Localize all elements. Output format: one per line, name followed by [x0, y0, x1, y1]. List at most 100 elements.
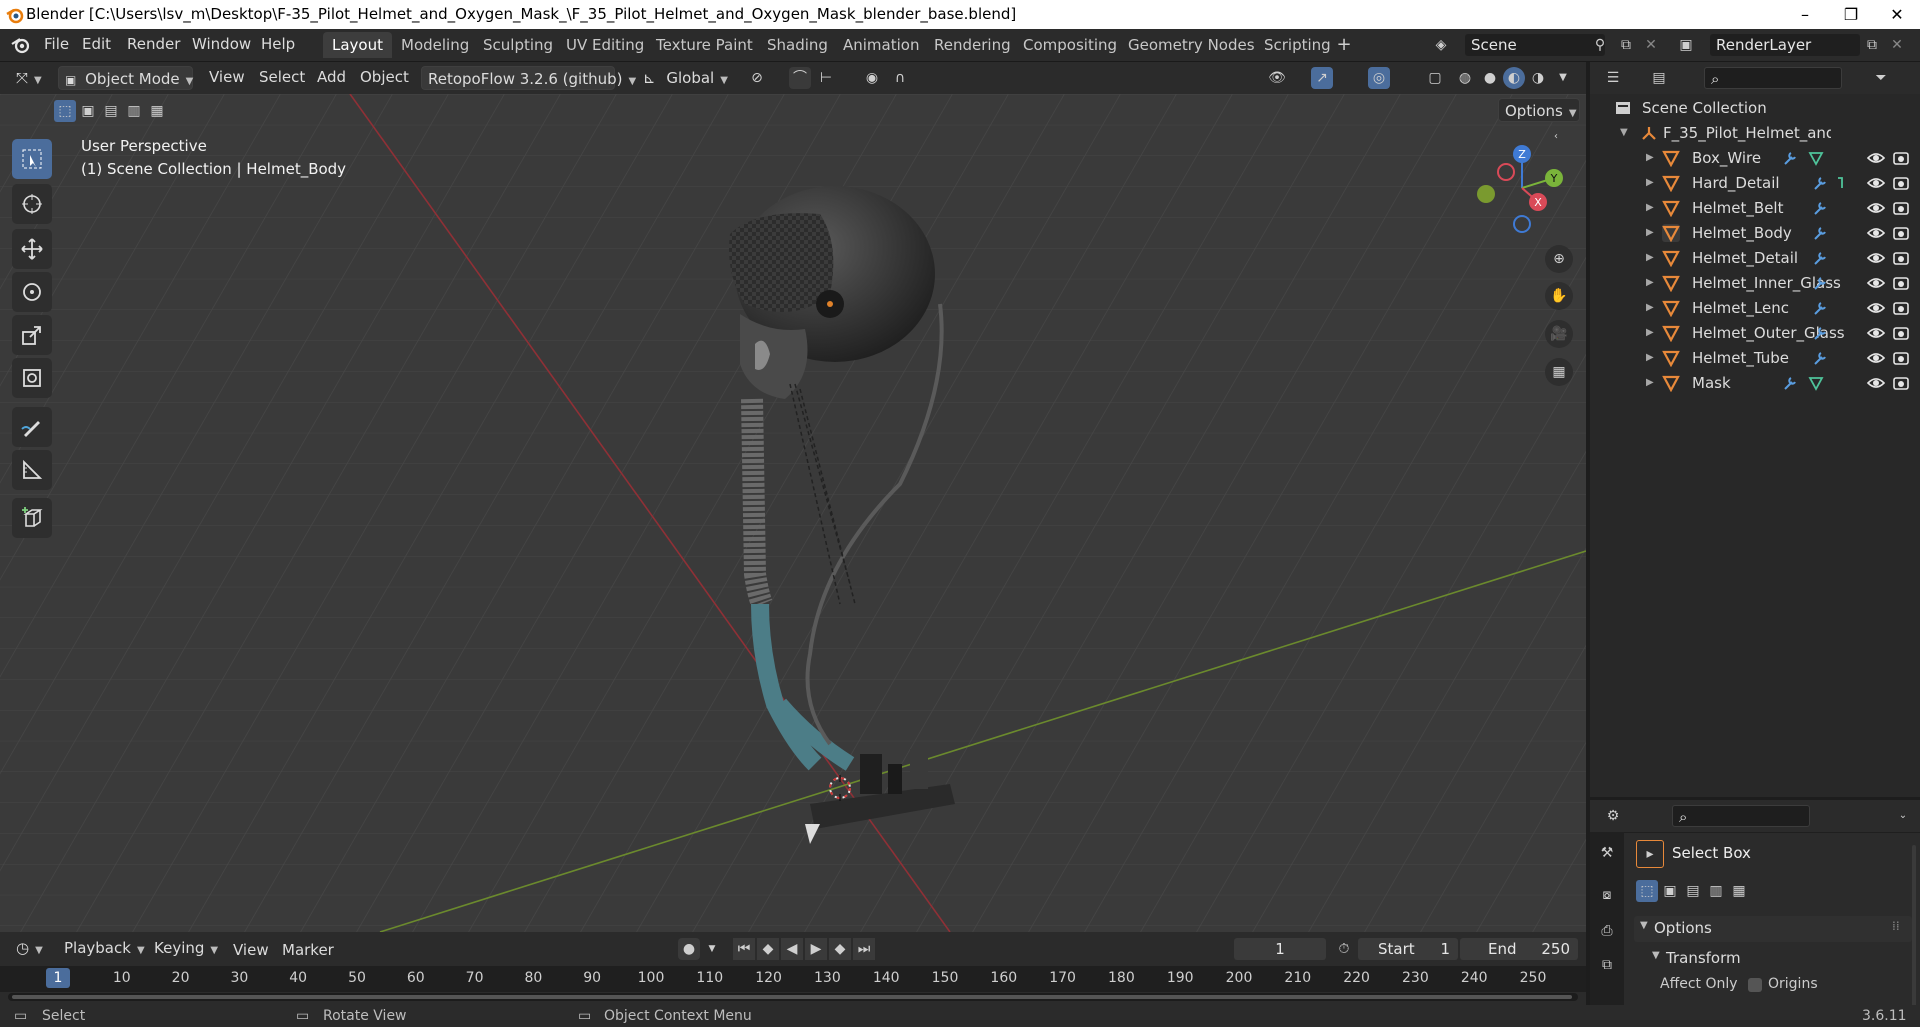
- visibility-eye-icon[interactable]: [1867, 149, 1885, 167]
- play-reverse-icon[interactable]: ◀: [781, 938, 803, 960]
- move-tool[interactable]: [12, 229, 52, 269]
- modifier-wrench-icon[interactable]: [1812, 200, 1828, 216]
- new-scene-icon[interactable]: ⧉: [1615, 34, 1637, 56]
- delete-layer-icon[interactable]: ✕: [1886, 34, 1908, 56]
- options-dropdown[interactable]: Options ▼: [1498, 98, 1580, 122]
- delete-scene-icon[interactable]: ✕: [1640, 34, 1662, 56]
- falloff-icon[interactable]: ∩: [889, 67, 911, 89]
- tab-animation[interactable]: Animation: [834, 32, 928, 58]
- select-invert-icon[interactable]: ▥: [123, 100, 145, 122]
- render-layer-field[interactable]: RenderLayer: [1710, 34, 1860, 56]
- properties-collapse-icon[interactable]: ⌄: [1892, 805, 1914, 827]
- annotate-tool[interactable]: [12, 407, 52, 447]
- outliner-object-row[interactable]: ▶ Helmet_Body: [1590, 221, 1920, 246]
- record-options-icon[interactable]: ▼: [701, 938, 723, 960]
- transform-orientation-dropdown[interactable]: ⊾ Global ▼: [637, 66, 737, 90]
- render-camera-icon[interactable]: [1892, 374, 1910, 392]
- navigation-gizmo[interactable]: Z Y X: [1470, 140, 1570, 240]
- render-camera-icon[interactable]: [1892, 149, 1910, 167]
- scale-tool[interactable]: [12, 315, 52, 355]
- current-frame-field[interactable]: 1: [1234, 938, 1326, 960]
- options-section[interactable]: ▼ Options ⁞⁞: [1634, 916, 1912, 942]
- timeline-scroll-thumb[interactable]: [12, 995, 1572, 999]
- timeline-scrollbar[interactable]: [8, 993, 1578, 1001]
- tab-geometry-nodes[interactable]: Geometry Nodes: [1119, 32, 1264, 58]
- editor-type-dropdown[interactable]: ⤧ ▼: [10, 66, 52, 90]
- visibility-eye-icon[interactable]: [1867, 199, 1885, 217]
- expand-triangle-icon[interactable]: ▶: [1646, 177, 1654, 188]
- visibility-eye-icon[interactable]: [1867, 249, 1885, 267]
- new-layer-icon[interactable]: ⧉: [1861, 34, 1883, 56]
- filter-icon[interactable]: ⏷: [1870, 67, 1892, 89]
- visibility-eye-icon[interactable]: [1867, 174, 1885, 192]
- modifier-wrench-icon[interactable]: [1812, 325, 1828, 341]
- ortho-toggle-icon[interactable]: ▦: [1545, 358, 1573, 386]
- vertex-data-icon[interactable]: [1808, 150, 1824, 166]
- modifier-wrench-icon[interactable]: [1782, 150, 1798, 166]
- render-camera-icon[interactable]: [1892, 249, 1910, 267]
- visibility-eye-icon[interactable]: [1867, 299, 1885, 317]
- end-frame-field[interactable]: End 250: [1460, 938, 1578, 960]
- render-camera-icon[interactable]: [1892, 174, 1910, 192]
- menu-help[interactable]: Help: [261, 35, 295, 53]
- tab-scripting[interactable]: Scripting: [1255, 32, 1340, 58]
- menu-edit[interactable]: Edit: [82, 35, 111, 53]
- visibility-eye-icon[interactable]: [1867, 374, 1885, 392]
- expand-triangle-icon[interactable]: ▶: [1646, 227, 1654, 238]
- select-intersect-icon[interactable]: ▦: [146, 100, 168, 122]
- render-camera-icon[interactable]: [1892, 274, 1910, 292]
- stopwatch-icon[interactable]: ⏱: [1333, 938, 1355, 960]
- tab-modeling[interactable]: Modeling: [392, 32, 478, 58]
- blender-menu-icon[interactable]: [11, 36, 31, 54]
- viewport-menu-select[interactable]: Select: [259, 68, 305, 86]
- maximize-button[interactable]: ❐: [1828, 0, 1874, 29]
- tool-select-intersect-icon[interactable]: ▦: [1728, 880, 1750, 902]
- select-box-tool[interactable]: [12, 139, 52, 179]
- helmet-model[interactable]: [700, 184, 1020, 864]
- transform-section[interactable]: ▼ Transform: [1646, 946, 1912, 972]
- outliner-object-row[interactable]: ▶ Box_Wire: [1590, 146, 1920, 171]
- rotate-tool[interactable]: [12, 272, 52, 312]
- origins-checkbox[interactable]: [1748, 978, 1762, 992]
- overlay-toggle-icon[interactable]: ◎: [1368, 67, 1390, 89]
- render-camera-icon[interactable]: [1892, 199, 1910, 217]
- render-camera-icon[interactable]: [1892, 299, 1910, 317]
- expand-triangle-icon[interactable]: ▶: [1646, 252, 1654, 263]
- add-cube-tool[interactable]: [12, 498, 52, 538]
- tool-select-extend-icon[interactable]: ▣: [1659, 880, 1681, 902]
- visibility-eye-icon[interactable]: [1867, 274, 1885, 292]
- cursor-tool[interactable]: [12, 184, 52, 224]
- tool-select-new-icon[interactable]: ⬚: [1636, 880, 1658, 902]
- visibility-eye-icon[interactable]: [1867, 324, 1885, 342]
- outliner-scene-collection[interactable]: Scene Collection: [1590, 96, 1920, 121]
- viewport-menu-view[interactable]: View: [209, 68, 245, 86]
- scene-field[interactable]: Scene: [1465, 34, 1605, 56]
- expand-triangle-icon[interactable]: ▶: [1646, 352, 1654, 363]
- viewport-menu-add[interactable]: Add: [317, 68, 346, 86]
- expand-triangle-icon[interactable]: ▶: [1646, 202, 1654, 213]
- retopoflow-dropdown[interactable]: RetopoFlow 3.2.6 (github) ▼: [421, 66, 636, 90]
- display-mode-icon[interactable]: ▤: [1648, 67, 1670, 89]
- outliner-search-input[interactable]: ⌕: [1704, 67, 1842, 89]
- rendered-shading-icon[interactable]: ◑: [1527, 67, 1549, 89]
- outliner-object-row[interactable]: ▶ Hard_Detail: [1590, 171, 1920, 196]
- properties-scrollbar[interactable]: [1912, 845, 1916, 1010]
- pin-icon[interactable]: ⚲: [1589, 34, 1611, 56]
- expand-triangle-icon[interactable]: ▶: [1646, 302, 1654, 313]
- view-layer-tab-icon[interactable]: ⧉: [1596, 954, 1618, 976]
- tab-layout[interactable]: Layout: [323, 32, 392, 58]
- snap-icon[interactable]: ⌒: [789, 67, 811, 89]
- keying-dropdown[interactable]: Keying ▼: [148, 936, 223, 960]
- tool-tab-icon[interactable]: ⚒: [1596, 842, 1618, 864]
- viewport-menu-object[interactable]: Object: [360, 68, 409, 86]
- scene-icon[interactable]: ◈: [1430, 34, 1452, 56]
- visibility-icon[interactable]: 👁: [1266, 67, 1288, 89]
- visibility-eye-icon[interactable]: [1867, 349, 1885, 367]
- close-button[interactable]: ✕: [1874, 0, 1920, 29]
- transform-tool[interactable]: [12, 358, 52, 398]
- tab-compositing[interactable]: Compositing: [1014, 32, 1126, 58]
- 3d-viewport[interactable]: ⬚ ▣ ▤ ▥ ▦ Options ▼ User Perspective (1) …: [0, 94, 1586, 932]
- modifier-wrench-icon[interactable]: [1812, 250, 1828, 266]
- drag-handle-icon[interactable]: ⁞⁞: [1892, 919, 1900, 933]
- render-layer-icon[interactable]: ▣: [1675, 34, 1697, 56]
